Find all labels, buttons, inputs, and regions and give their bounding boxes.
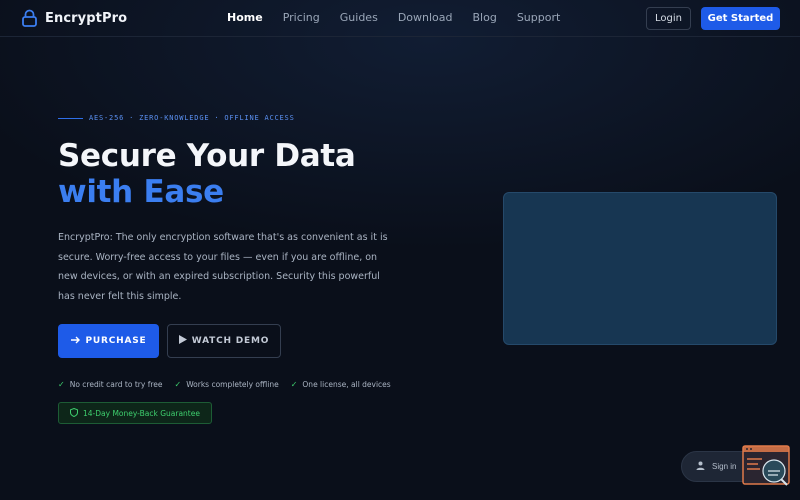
user-icon	[696, 461, 705, 472]
nav-link-home[interactable]: Home	[227, 11, 263, 24]
support-widget-icon[interactable]	[742, 445, 790, 487]
purchase-label: PURCHASE	[85, 336, 147, 346]
brand-logo[interactable]: EncryptPro	[21, 9, 127, 27]
get-started-button[interactable]: Get Started	[701, 7, 780, 30]
check-icon: ✓	[174, 380, 182, 389]
nav-link-pricing[interactable]: Pricing	[283, 11, 320, 24]
feature-label: No credit card to try free	[69, 380, 163, 389]
hero-tagline: AES-256 · ZERO-KNOWLEDGE · OFFLINE ACCES…	[58, 114, 295, 122]
feature-item: ✓ Works completely offline	[174, 380, 278, 389]
top-navbar: EncryptPro Home Pricing Guides Download …	[0, 0, 800, 37]
hero-media-panel	[503, 192, 777, 345]
guarantee-label: 14-Day Money-Back Guarantee	[83, 408, 200, 418]
check-icon: ✓	[58, 380, 65, 389]
brand-name: EncryptPro	[45, 10, 128, 26]
shield-icon	[70, 407, 78, 419]
feature-item: ✓ One license, all devices	[291, 380, 391, 389]
hero-description: EncryptPro: The only encryption software…	[58, 232, 388, 302]
arrow-right-icon	[70, 336, 81, 347]
nav-link-support[interactable]: Support	[517, 11, 560, 24]
hero-title-line2: with Ease	[58, 174, 224, 210]
feature-label: One license, all devices	[302, 380, 391, 389]
lock-icon	[21, 9, 38, 27]
nav-link-download[interactable]: Download	[398, 11, 453, 24]
login-button[interactable]: Login	[646, 7, 691, 30]
tagline-text: AES-256 · ZERO-KNOWLEDGE · OFFLINE ACCES…	[89, 114, 295, 122]
guarantee-badge: 14-Day Money-Back Guarantee	[58, 402, 212, 424]
watch-demo-button[interactable]: WATCH DEMO	[167, 324, 281, 358]
nav-link-blog[interactable]: Blog	[473, 11, 497, 24]
play-icon	[178, 335, 187, 347]
check-icon: ✓	[290, 380, 298, 389]
feature-list: ✓ No credit card to try free ✓ Works com…	[58, 380, 391, 389]
nav-links: Home Pricing Guides Download Blog Suppor…	[227, 11, 580, 24]
watch-demo-label: WATCH DEMO	[191, 336, 270, 346]
feature-item: ✓ No credit card to try free	[58, 380, 162, 389]
hero-title-line1: Secure Your Data	[58, 138, 356, 174]
feature-label: Works completely offline	[186, 380, 279, 389]
tagline-divider	[58, 117, 83, 119]
sign-in-label: Sign in	[712, 462, 737, 471]
purchase-button[interactable]: PURCHASE	[58, 324, 159, 358]
nav-link-guides[interactable]: Guides	[340, 11, 378, 24]
